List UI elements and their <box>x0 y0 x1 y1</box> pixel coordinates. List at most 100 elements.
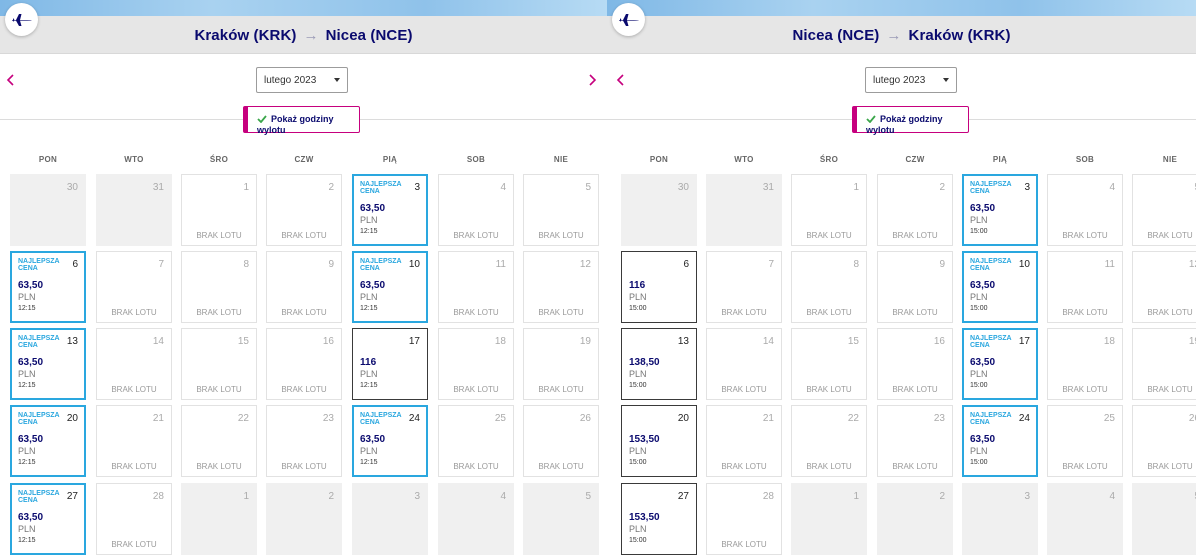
day-cell-no-flight: 16 BRAK LOTU <box>266 328 342 400</box>
no-flight-label: BRAK LOTU <box>196 462 242 471</box>
fare-price: 153,50 <box>629 512 660 523</box>
best-price-label: NAJLEPSZA CENA <box>970 412 1012 426</box>
next-month-button[interactable] <box>585 71 599 89</box>
no-flight-label: BRAK LOTU <box>453 308 499 317</box>
caret-down-icon <box>943 78 949 82</box>
no-flight-label: BRAK LOTU <box>806 231 852 240</box>
day-number: 15 <box>847 336 859 347</box>
sky-banner <box>607 0 1196 16</box>
day-cell-no-flight: 5BRAK LOTU <box>1132 174 1196 246</box>
fare-currency: PLN <box>18 524 36 534</box>
day-number: 14 <box>762 336 774 347</box>
day-cell-best-price[interactable]: 17 NAJLEPSZA CENA 63,50 PLN 15:00 <box>962 328 1038 400</box>
no-flight-label: BRAK LOTU <box>721 385 767 394</box>
no-flight-label: BRAK LOTU <box>1147 385 1193 394</box>
day-cell-priced[interactable]: 20 153,50 PLN 15:00 <box>621 405 697 477</box>
previous-month-button[interactable] <box>614 71 628 89</box>
day-cell-no-flight: 2 BRAK LOTU <box>877 174 953 246</box>
fare-currency: PLN <box>970 369 988 379</box>
fare-price: 63,50 <box>360 280 386 291</box>
day-cell-outside-month: 3 <box>962 483 1038 555</box>
day-cell-best-price[interactable]: 27 NAJLEPSZA CENA 63,50 PLN 12:15 <box>10 483 86 555</box>
day-number: 3 <box>1024 491 1030 502</box>
route-title: Kraków (KRK) → Nicea (NCE) <box>0 27 607 44</box>
fare-currency: PLN <box>629 369 647 379</box>
day-cell-no-flight: 1 BRAK LOTU <box>181 174 257 246</box>
day-cell-priced[interactable]: 17 116 PLN 12:15 <box>352 328 428 400</box>
no-flight-label: BRAK LOTU <box>892 231 938 240</box>
no-flight-label: BRAK LOTU <box>538 385 584 394</box>
day-cell-best-price[interactable]: 6 NAJLEPSZA CENA 63,50 PLN 12:15 <box>10 251 86 323</box>
day-number: 12 <box>579 259 591 270</box>
day-number: 17 <box>408 336 420 347</box>
day-number: 8 <box>853 259 859 270</box>
fare-price: 63,50 <box>360 203 386 214</box>
day-cell-best-price[interactable]: 3 NAJLEPSZA CENA 63,50 PLN 15:00 <box>962 174 1038 246</box>
day-number: 23 <box>933 413 945 424</box>
day-cell-priced[interactable]: 27 153,50 PLN 15:00 <box>621 483 697 555</box>
no-flight-label: BRAK LOTU <box>806 385 852 394</box>
day-number: 18 <box>1103 336 1115 347</box>
day-number: 4 <box>1109 491 1115 502</box>
fare-price: 153,50 <box>629 434 660 445</box>
day-number: 1 <box>853 491 859 502</box>
departure-time: 12:15 <box>18 459 36 466</box>
day-cell-no-flight: 2 BRAK LOTU <box>266 174 342 246</box>
no-flight-label: BRAK LOTU <box>281 462 327 471</box>
day-cell-best-price[interactable]: 10 NAJLEPSZA CENA 63,50 PLN 12:15 <box>352 251 428 323</box>
plane-logo-icon[interactable] <box>5 3 38 36</box>
day-cell-no-flight: 23 BRAK LOTU <box>266 405 342 477</box>
show-departure-times-button[interactable]: Pokaż godziny wylotu <box>852 106 969 135</box>
day-cell-best-price[interactable]: 10 NAJLEPSZA CENA 63,50 PLN 15:00 <box>962 251 1038 323</box>
day-cell-priced[interactable]: 6 116 PLN 15:00 <box>621 251 697 323</box>
day-cell-no-flight: 22 BRAK LOTU <box>791 405 867 477</box>
no-flight-label: BRAK LOTU <box>453 231 499 240</box>
day-number: 31 <box>762 182 774 193</box>
day-cell-best-price[interactable]: 3 NAJLEPSZA CENA 63,50 PLN 12:15 <box>352 174 428 246</box>
day-number: 19 <box>579 336 591 347</box>
fare-currency: PLN <box>629 446 647 456</box>
fare-price: 63,50 <box>18 512 44 523</box>
weekday-label: WTO <box>124 155 144 164</box>
no-flight-label: BRAK LOTU <box>1062 385 1108 394</box>
best-price-label: NAJLEPSZA CENA <box>970 335 1012 349</box>
day-cell-no-flight: 25 BRAK LOTU <box>438 405 514 477</box>
show-departure-times-label: Pokaż godziny wylotu <box>866 114 943 135</box>
day-number: 2 <box>328 491 334 502</box>
day-number: 2 <box>328 182 334 193</box>
weekday-label: PIĄ <box>992 155 1008 164</box>
previous-month-button[interactable] <box>4 71 18 89</box>
show-departure-times-button[interactable]: Pokaż godziny wylotu <box>243 106 360 135</box>
day-cell-best-price[interactable]: 24 NAJLEPSZA CENA 63,50 PLN 15:00 <box>962 405 1038 477</box>
departure-time: 15:00 <box>629 305 647 312</box>
day-number: 17 <box>1018 336 1030 347</box>
day-cell-no-flight: 9 BRAK LOTU <box>266 251 342 323</box>
day-number: 21 <box>762 413 774 424</box>
departure-time: 12:15 <box>360 228 378 235</box>
fare-currency: PLN <box>18 292 36 302</box>
no-flight-label: BRAK LOTU <box>281 308 327 317</box>
no-flight-label: BRAK LOTU <box>111 385 157 394</box>
day-number: 3 <box>414 491 420 502</box>
show-departure-times-label: Pokaż godziny wylotu <box>257 114 334 135</box>
day-cell-best-price[interactable]: 24 NAJLEPSZA CENA 63,50 PLN 12:15 <box>352 405 428 477</box>
month-select[interactable]: lutego 2023 <box>865 67 957 93</box>
month-select-value: lutego 2023 <box>873 75 926 86</box>
no-flight-label: BRAK LOTU <box>892 462 938 471</box>
chevron-right-icon <box>589 74 597 86</box>
no-flight-label: BRAK LOTU <box>1147 462 1193 471</box>
day-cell-priced[interactable]: 13 138,50 PLN 15:00 <box>621 328 697 400</box>
day-cell-best-price[interactable]: 13 NAJLEPSZA CENA 63,50 PLN 12:15 <box>10 328 86 400</box>
month-select[interactable]: lutego 2023 <box>256 67 348 93</box>
no-flight-label: BRAK LOTU <box>538 231 584 240</box>
fare-price: 63,50 <box>18 357 44 368</box>
route-arrow: → <box>303 27 319 44</box>
day-cell-outside-month: 30 <box>10 174 86 246</box>
fare-price: 63,50 <box>970 357 996 368</box>
day-number: 26 <box>1188 413 1196 424</box>
day-cell-no-flight: 7 BRAK LOTU <box>96 251 172 323</box>
plane-logo-icon[interactable] <box>612 3 645 36</box>
day-cell-best-price[interactable]: 20 NAJLEPSZA CENA 63,50 PLN 12:15 <box>10 405 86 477</box>
day-number: 28 <box>762 491 774 502</box>
day-cell-outside-month: 3 <box>352 483 428 555</box>
